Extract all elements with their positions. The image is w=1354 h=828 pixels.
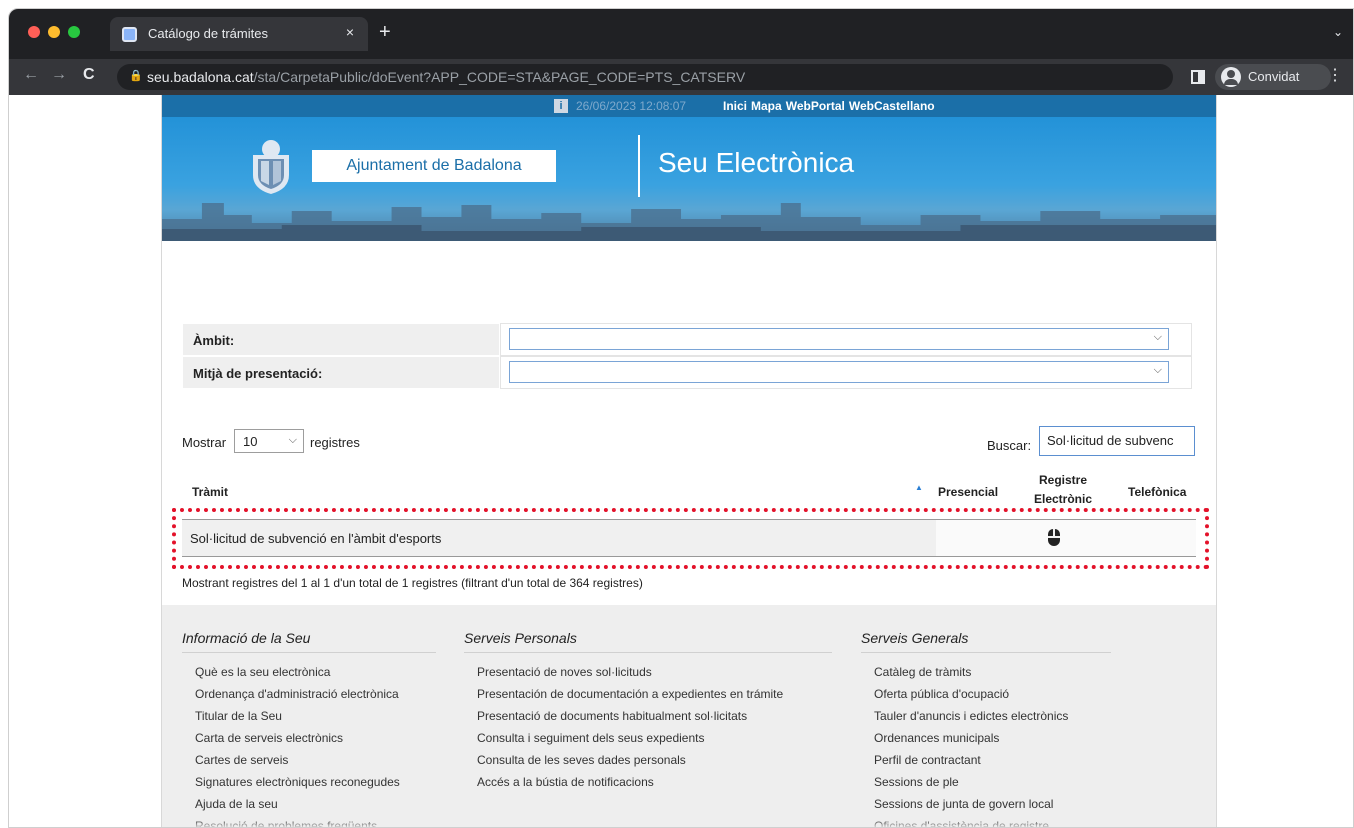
footer-column-title: Serveis Generals (861, 630, 1111, 653)
link-webcastellano[interactable]: WebCastellano (849, 99, 935, 113)
tab-search-chevron-icon[interactable]: ⌄ (1333, 25, 1343, 39)
active-tab[interactable]: Catálogo de trámites × (110, 17, 368, 51)
datetime: 26/06/2023 12:08:07 (576, 99, 687, 113)
header-banner: Ajuntament de Badalona Seu Electrònica (162, 117, 1216, 241)
footer-link[interactable]: Signatures electròniques reconegudes (182, 771, 436, 793)
browser-toolbar: ← → C 🔒 seu.badalona.cat/sta/CarpetaPubl… (9, 59, 1353, 95)
table-header: Tràmit ▲ Presencial Registre Electrònic … (182, 463, 1198, 513)
close-tab-icon[interactable]: × (346, 24, 354, 40)
footer-column-personal: Serveis Personals Presentació de noves s… (464, 630, 832, 793)
footer-link[interactable]: Accés a la bústia de notificacions (464, 771, 832, 793)
filter-label-cell: Mitjà de presentació: (182, 356, 500, 389)
footer: Informació de la Seu Què es la seu elect… (162, 605, 1216, 827)
site-title: Seu Electrònica (658, 147, 855, 178)
profile-button[interactable]: Convidat (1215, 64, 1331, 90)
city-coat-of-arms-logo (253, 140, 289, 194)
show-entries-suffix: registres (310, 435, 360, 450)
chevron-down-icon: ⌵ (288, 434, 297, 446)
footer-link[interactable]: Oferta pública d'ocupació (861, 683, 1111, 705)
reload-icon[interactable]: C (83, 66, 95, 84)
search-input[interactable]: Sol·licitud de subvenc (1039, 426, 1195, 456)
footer-column-general: Serveis Generals Catàleg de tràmits Ofer… (861, 630, 1111, 827)
footer-link[interactable]: Consulta de les seves dades personals (464, 749, 832, 771)
lock-icon[interactable]: 🔒 (129, 69, 143, 82)
filter-row-ambit: Àmbit: ⌵ (182, 323, 1192, 356)
chevron-down-icon: ⌵ (1153, 364, 1162, 376)
ambit-label: Àmbit: (193, 333, 235, 348)
browser-menu-icon[interactable]: ⋮ (1327, 65, 1343, 85)
profile-label: Convidat (1248, 69, 1300, 84)
footer-link[interactable]: Cartes de serveis (182, 749, 436, 771)
mitja-select[interactable]: ⌵ (509, 361, 1169, 383)
footer-link[interactable]: Presentació de noves sol·licituds (464, 661, 832, 683)
url-host: seu.badalona.cat (147, 69, 254, 85)
footer-column-title: Informació de la Seu (182, 630, 436, 653)
site-favicon-icon (122, 27, 137, 42)
footer-link[interactable]: Ordenances municipals (861, 727, 1111, 749)
url-path: /sta/CarpetaPublic/doEvent?APP_CODE=STA&… (253, 69, 746, 85)
highlight-outline (172, 508, 1209, 569)
footer-link[interactable]: Què es la seu electrònica (182, 661, 436, 683)
sort-ascending-icon[interactable]: ▲ (915, 483, 923, 492)
page-size-select[interactable]: 10 ⌵ (234, 429, 304, 453)
maximize-window-button[interactable] (68, 26, 80, 38)
column-header-registre[interactable]: Registre Electrònic (1028, 471, 1098, 509)
footer-column-info: Informació de la Seu Què es la seu elect… (182, 630, 436, 827)
forward-arrow-icon[interactable]: → (51, 66, 67, 84)
new-tab-button[interactable]: + (379, 22, 391, 42)
info-icon: i (554, 99, 568, 113)
footer-link[interactable]: Carta de serveis electrònics (182, 727, 436, 749)
close-window-button[interactable] (28, 26, 40, 38)
column-header-presencial[interactable]: Presencial (938, 485, 998, 499)
filter-label-cell: Àmbit: (182, 323, 500, 356)
top-bar: i 26/06/2023 12:08:07 Inici Mapa WebPortal… (162, 95, 1216, 117)
organization-name: Ajuntament de Badalona (346, 157, 522, 174)
tab-title: Catálogo de trámites (148, 26, 268, 41)
url-text[interactable]: seu.badalona.cat/sta/CarpetaPublic/doEve… (147, 69, 745, 85)
footer-link[interactable]: Consulta i seguiment dels seus expedient… (464, 727, 832, 749)
banner-divider (638, 135, 640, 197)
minimize-window-button[interactable] (48, 26, 60, 38)
side-panel-icon[interactable] (1191, 70, 1205, 84)
tab-strip: Catálogo de trámites × + ⌄ (9, 9, 1353, 59)
table-info: Mostrant registres del 1 al 1 d'un total… (182, 576, 643, 590)
show-entries-label: Mostrar (182, 435, 227, 450)
page-container: i 26/06/2023 12:08:07 Inici Mapa WebPortal… (161, 95, 1217, 827)
link-inici[interactable]: Inici (723, 99, 747, 113)
footer-fade (162, 819, 1216, 827)
city-skyline-image (162, 203, 1216, 241)
browser-window: Catálogo de trámites × + ⌄ ← → C 🔒 seu.b… (8, 8, 1354, 828)
link-webportal[interactable]: WebPortal (786, 99, 845, 113)
footer-link[interactable]: Ajuda de la seu (182, 793, 436, 815)
organization-name-box[interactable]: Ajuntament de Badalona (312, 150, 556, 182)
column-header-telefonica[interactable]: Telefònica (1128, 485, 1186, 499)
filter-value-cell: ⌵ (500, 356, 1192, 389)
mitja-label: Mitjà de presentació: (193, 366, 323, 381)
filter-value-cell: ⌵ (500, 323, 1192, 356)
footer-link[interactable]: Sessions de junta de govern local (861, 793, 1111, 815)
page-size-value: 10 (243, 434, 258, 449)
footer-column-title: Serveis Personals (464, 630, 832, 653)
link-mapa[interactable]: Mapa (751, 99, 782, 113)
footer-link[interactable]: Catàleg de tràmits (861, 661, 1111, 683)
web-page: i 26/06/2023 12:08:07 Inici Mapa WebPortal… (9, 95, 1353, 827)
ambit-select[interactable]: ⌵ (509, 328, 1169, 350)
footer-link[interactable]: Sessions de ple (861, 771, 1111, 793)
search-label: Buscar: (987, 438, 1032, 453)
back-arrow-icon[interactable]: ← (23, 66, 39, 84)
filter-row-mitja: Mitjà de presentació: ⌵ (182, 356, 1192, 389)
footer-link[interactable]: Tauler d'anuncis i edictes electrònics (861, 705, 1111, 727)
footer-link[interactable]: Ordenança d'administració electrònica (182, 683, 436, 705)
chevron-down-icon: ⌵ (1153, 331, 1162, 343)
footer-link[interactable]: Presentación de documentación a expedien… (464, 683, 832, 705)
column-header-tramit[interactable]: Tràmit (192, 485, 228, 499)
footer-link[interactable]: Perfil de contractant (861, 749, 1111, 771)
top-links: Inici Mapa WebPortal WebCastellano (723, 99, 939, 113)
profile-avatar-icon (1221, 67, 1241, 87)
address-bar[interactable]: 🔒 seu.badalona.cat/sta/CarpetaPublic/doE… (117, 64, 1173, 90)
footer-link[interactable]: Titular de la Seu (182, 705, 436, 727)
footer-link[interactable]: Presentació de documents habitualment so… (464, 705, 832, 727)
